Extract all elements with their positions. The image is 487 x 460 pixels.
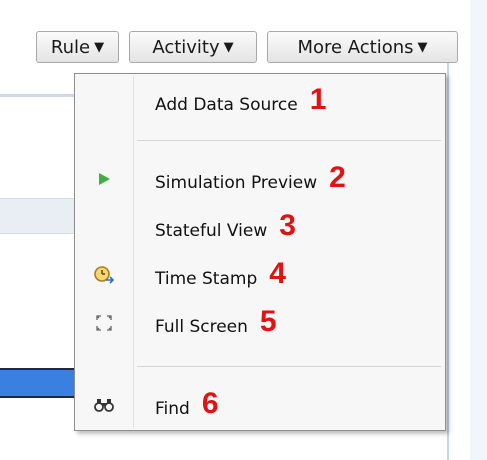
activity-button[interactable]: Activity ▼ (129, 31, 257, 63)
rule-button[interactable]: Rule ▼ (36, 31, 119, 63)
menu-item-label: Simulation Preview 2 (155, 161, 346, 194)
menu-item-simulation-preview[interactable]: Simulation Preview 2 (75, 161, 445, 196)
menu-item-label: Time Stamp 4 (155, 257, 286, 290)
activity-button-label: Activity (152, 36, 220, 58)
more-actions-button-label: More Actions (297, 36, 414, 58)
annotation-number: 3 (279, 209, 296, 242)
annotation-number: 2 (329, 161, 346, 194)
menu-item-stateful-view[interactable]: Stateful View 3 (75, 209, 445, 244)
menu-item-label: Stateful View 3 (155, 209, 296, 242)
menu-item-label: Full Screen 5 (155, 305, 277, 338)
binoculars-icon (75, 398, 133, 412)
background-side-panel (470, 0, 487, 460)
menu-item-time-stamp[interactable]: Time Stamp 4 (75, 257, 445, 292)
annotation-number: 4 (269, 257, 286, 290)
fullscreen-icon (75, 315, 133, 331)
menu-item-label: Add Data Source 1 (155, 83, 327, 116)
menu-item-find[interactable]: Find 6 (75, 387, 445, 422)
background-row (0, 198, 76, 234)
background-selected-row[interactable] (0, 368, 76, 398)
clock-icon (75, 265, 133, 285)
menu-icon-gutter (133, 76, 134, 428)
menu-separator (137, 140, 441, 141)
background-divider (0, 94, 76, 97)
chevron-down-icon: ▼ (223, 39, 234, 55)
rule-button-label: Rule (50, 36, 91, 58)
more-actions-button[interactable]: More Actions ▼ (267, 31, 458, 63)
menu-item-add-data-source[interactable]: Add Data Source 1 (75, 83, 445, 118)
background-panel (0, 96, 76, 460)
menu-separator (137, 366, 441, 367)
menu-item-full-screen[interactable]: Full Screen 5 (75, 305, 445, 340)
menu-item-label: Find 6 (155, 387, 219, 420)
play-icon (75, 172, 133, 186)
annotation-number: 1 (309, 83, 327, 116)
background-border (447, 46, 449, 460)
annotation-number: 6 (201, 387, 219, 420)
more-actions-menu: Add Data Source 1 Simulation Preview 2 Sta… (74, 73, 446, 431)
chevron-down-icon: ▼ (417, 39, 428, 55)
annotation-number: 5 (259, 305, 277, 338)
chevron-down-icon: ▼ (94, 39, 105, 55)
